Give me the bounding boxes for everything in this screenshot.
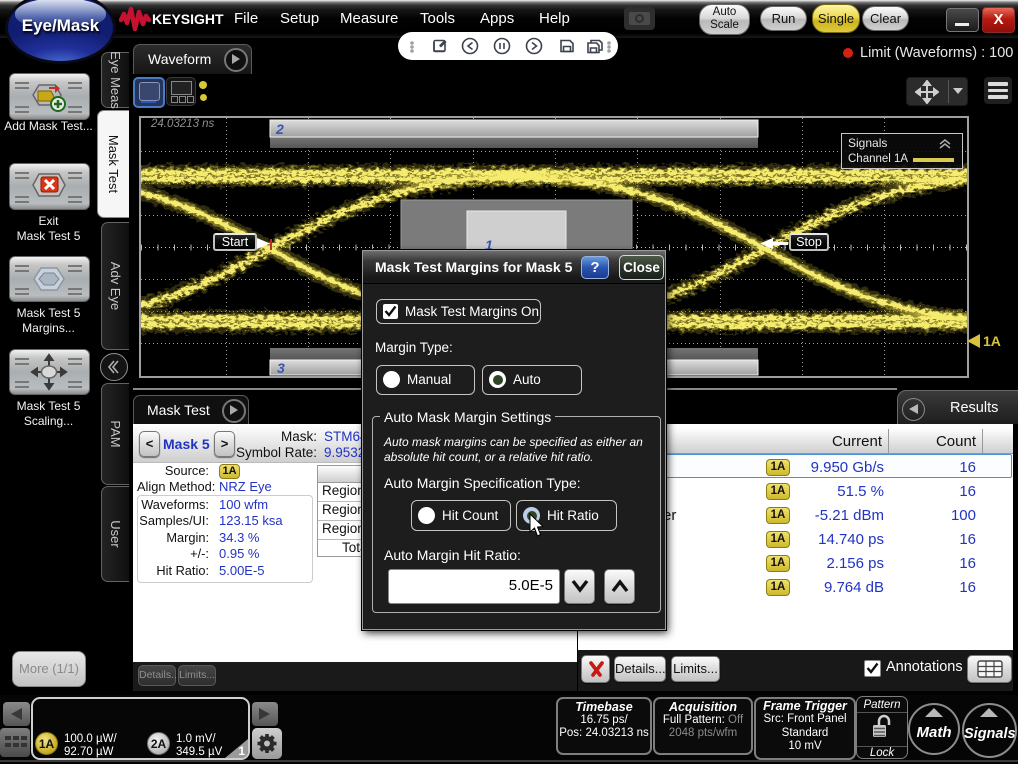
svg-text:3: 3 xyxy=(277,360,285,376)
svg-text:2: 2 xyxy=(275,121,284,137)
